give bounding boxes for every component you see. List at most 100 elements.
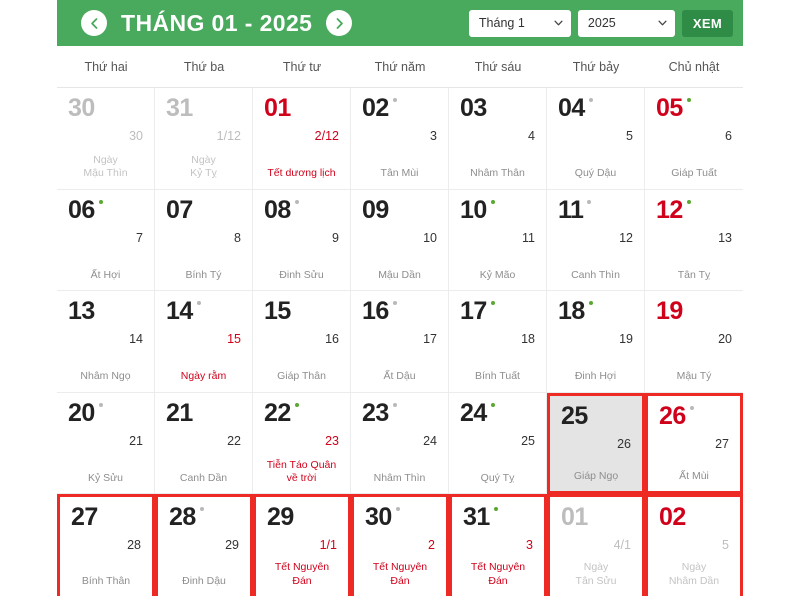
lunar-date: 25 bbox=[521, 433, 535, 448]
lunar-date: 13 bbox=[718, 230, 732, 245]
day-number: 01 bbox=[561, 503, 588, 532]
day-cell[interactable]: 19 20 Mậu Tý bbox=[645, 291, 743, 393]
day-number-wrap: 22 bbox=[264, 400, 339, 426]
normal-day-dot-icon bbox=[392, 301, 397, 306]
day-label: Tết Nguyên Đán bbox=[274, 561, 330, 587]
day-cell[interactable]: 17 18 Bính Tuất bbox=[449, 291, 547, 393]
day-cell[interactable]: 07 8 Bính Tý bbox=[155, 189, 253, 292]
day-cell[interactable]: 09 10 Mậu Dần bbox=[351, 189, 449, 292]
good-day-dot-icon bbox=[490, 199, 495, 204]
day-cell[interactable]: 26 27 Ất Mùi bbox=[645, 392, 743, 495]
lunar-date: 1/12 bbox=[216, 129, 241, 143]
month-select[interactable]: Tháng 1 bbox=[468, 9, 571, 37]
day-label: Mậu Dần bbox=[378, 268, 421, 281]
day-number: 30 bbox=[365, 503, 392, 532]
year-select[interactable]: 2025 bbox=[577, 9, 675, 37]
view-button[interactable]: XEM bbox=[681, 9, 733, 37]
lunar-date: 3 bbox=[430, 129, 437, 143]
day-cell[interactable]: 08 9 Đinh Sửu bbox=[253, 189, 351, 292]
day-number-wrap: 27 bbox=[71, 505, 141, 530]
day-number-wrap: 31 bbox=[463, 505, 533, 530]
day-label: Nhâm Thìn bbox=[373, 471, 426, 484]
day-cell[interactable]: 10 11 Kỷ Mão bbox=[449, 189, 547, 292]
lunar-date: 24 bbox=[423, 433, 437, 448]
weekday-label-3: Thứ năm bbox=[374, 59, 426, 74]
day-number-wrap: 29 bbox=[267, 505, 337, 530]
day-cell[interactable]: 03 4 Nhâm Thân bbox=[449, 88, 547, 190]
day-cell[interactable]: 12 13 Tân Tỵ bbox=[645, 189, 743, 292]
day-label: Giáp Ngọ bbox=[573, 469, 619, 482]
good-day-dot-icon bbox=[588, 301, 593, 306]
normal-day-dot-icon bbox=[689, 405, 694, 410]
day-label: Giáp Thân bbox=[277, 370, 326, 383]
day-cell[interactable]: 05 6 Giáp Tuất bbox=[645, 88, 743, 190]
day-cell[interactable]: 02 5 Ngày Nhâm Dần bbox=[645, 494, 743, 596]
day-cell[interactable]: 30 30 Ngày Mậu Thìn bbox=[57, 88, 155, 190]
day-number: 31 bbox=[166, 94, 193, 122]
lunar-date: 22 bbox=[227, 433, 241, 448]
day-label: Giáp Tuất bbox=[671, 167, 717, 180]
day-cell[interactable]: 25 26 Giáp Ngọ bbox=[547, 392, 645, 495]
day-cell[interactable]: 21 22 Canh Dần bbox=[155, 392, 253, 495]
day-cell[interactable]: 15 16 Giáp Thân bbox=[253, 291, 351, 393]
lunar-date: 5 bbox=[626, 129, 633, 143]
day-label: Tiễn Táo Quân về trời bbox=[266, 458, 337, 484]
lunar-date: 6 bbox=[725, 129, 732, 143]
day-cell[interactable]: 23 24 Nhâm Thìn bbox=[351, 392, 449, 495]
day-number-wrap: 14 bbox=[166, 299, 241, 324]
lunar-date: 19 bbox=[619, 332, 633, 347]
normal-day-dot-icon bbox=[392, 98, 397, 102]
chevron-right-icon[interactable] bbox=[326, 10, 353, 36]
day-cell[interactable]: 24 25 Quý Tỵ bbox=[449, 392, 547, 495]
day-cell[interactable]: 02 3 Tân Mùi bbox=[351, 88, 449, 190]
day-cell[interactable]: 30 2 Tết Nguyên Đán bbox=[351, 494, 449, 596]
day-cell[interactable]: 20 21 Kỷ Sửu bbox=[57, 392, 155, 495]
day-number: 10 bbox=[460, 195, 487, 224]
day-cell[interactable]: 31 3 Tết Nguyên Đán bbox=[449, 494, 547, 596]
lunar-date: 17 bbox=[423, 332, 437, 347]
day-cell[interactable]: 01 2/12 Tết dương lịch bbox=[253, 88, 351, 190]
day-cell[interactable]: 06 7 Ất Hợi bbox=[57, 189, 155, 292]
lunar-date: 5 bbox=[722, 538, 729, 553]
day-cell[interactable]: 14 15 Ngày rằm bbox=[155, 291, 253, 393]
day-cell[interactable]: 16 17 Ất Dậu bbox=[351, 291, 449, 393]
calendar-grid: 30 30 Ngày Mậu Thìn 31 1/12 Ngày Kỷ Tỵ 01 2/12 T… bbox=[57, 88, 743, 596]
day-number: 28 bbox=[169, 503, 196, 532]
day-label: Canh Thìn bbox=[571, 268, 620, 281]
weekday-header-row: Thứ hai Thứ ba Thứ tư Thứ năm Thứ sáu Thứ bảy… bbox=[57, 46, 743, 88]
day-number: 01 bbox=[264, 94, 291, 122]
day-cell[interactable]: 18 19 Đinh Hợi bbox=[547, 291, 645, 393]
lunar-date: 15 bbox=[227, 332, 241, 347]
weekday-label-6: Chủ nhật bbox=[668, 59, 720, 74]
day-cell[interactable]: 27 28 Bính Thân bbox=[57, 494, 155, 596]
day-number: 13 bbox=[68, 297, 95, 326]
lunar-date: 21 bbox=[129, 433, 143, 448]
lunar-date: 28 bbox=[127, 538, 141, 553]
lunar-date: 8 bbox=[234, 230, 241, 245]
day-number: 21 bbox=[166, 398, 193, 427]
lunar-date: 16 bbox=[325, 332, 339, 347]
day-cell[interactable]: 13 14 Nhâm Ngọ bbox=[57, 291, 155, 393]
lunar-date: 11 bbox=[522, 230, 535, 245]
day-cell[interactable]: 31 1/12 Ngày Kỷ Tỵ bbox=[155, 88, 253, 190]
day-cell[interactable]: 04 5 Quý Dậu bbox=[547, 88, 645, 190]
good-day-dot-icon bbox=[98, 199, 103, 204]
normal-day-dot-icon bbox=[294, 199, 299, 204]
day-cell[interactable]: 28 29 Đinh Dậu bbox=[155, 494, 253, 596]
day-cell[interactable]: 29 1/1 Tết Nguyên Đán bbox=[253, 494, 351, 596]
day-cell[interactable]: 11 12 Canh Thìn bbox=[547, 189, 645, 292]
date-picker-controls: Tháng 1 2025 XEM bbox=[468, 9, 743, 37]
day-label: Tết dương lịch bbox=[267, 167, 336, 180]
lunar-date: 18 bbox=[521, 332, 535, 347]
day-number-wrap: 25 bbox=[561, 403, 631, 429]
day-label: Ngày Mậu Thìn bbox=[83, 153, 128, 180]
day-number: 17 bbox=[460, 297, 487, 326]
day-cell[interactable]: 22 23 Tiễn Táo Quân về trời bbox=[253, 392, 351, 495]
lunar-date: 30 bbox=[129, 129, 143, 143]
day-number: 26 bbox=[659, 401, 686, 430]
chevron-left-icon[interactable] bbox=[81, 10, 107, 36]
day-number-wrap: 21 bbox=[166, 398, 241, 427]
day-cell[interactable]: 01 4/1 Ngày Tân Sửu bbox=[547, 494, 645, 596]
day-label: Canh Dần bbox=[179, 471, 228, 484]
lunar-date: 12 bbox=[619, 230, 633, 245]
